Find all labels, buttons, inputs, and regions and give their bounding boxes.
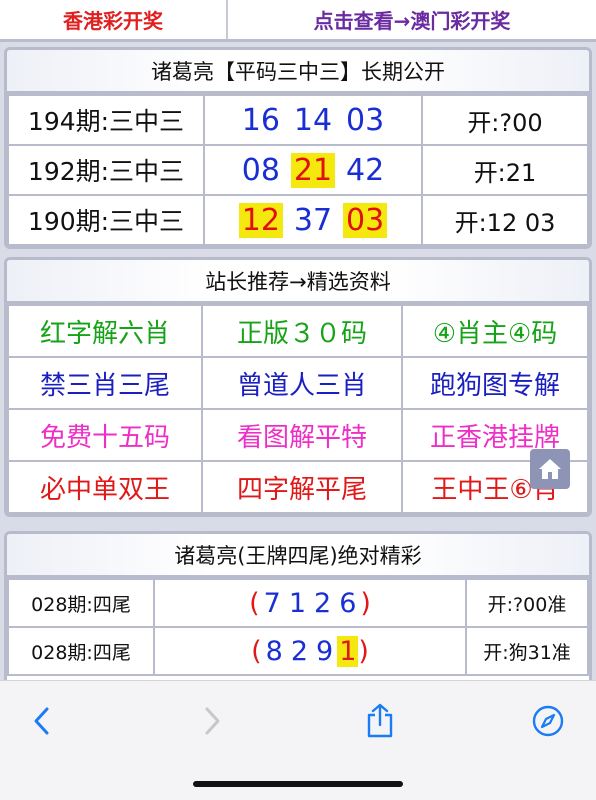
number: 14 <box>293 102 333 138</box>
tails-row: 028期:四尾(7 1 2 6) 开:?00准 <box>7 578 589 628</box>
home-button[interactable] <box>530 449 570 489</box>
close-paren: ) <box>360 587 371 619</box>
home-indicator <box>193 781 403 787</box>
picks-row: 红字解六肖 正版３０码 ④肖主④码 <box>7 304 589 358</box>
issue-label: 192期:三中三 <box>7 144 205 196</box>
number: 16 <box>241 102 280 138</box>
picks-panel: 站长推荐→精选资料 红字解六肖 正版３０码 ④肖主④码 禁三肖三尾 曾道人三肖 跑狗图专解… <box>4 257 592 517</box>
predicted-numbers: 12 37 03 <box>203 194 423 246</box>
pick-link[interactable]: 免费十五码 <box>7 408 203 462</box>
digit: 6 <box>339 587 357 619</box>
draw-result: 开:21 <box>421 144 589 196</box>
number: 08 <box>241 152 280 188</box>
compass-icon <box>532 705 564 737</box>
pick-link[interactable]: 曾道人三肖 <box>201 356 403 410</box>
open-paren: ( <box>251 635 262 667</box>
pingma-row: 192期:三中三 08 21 42 开:21 <box>7 144 589 196</box>
number: 03 <box>346 102 385 138</box>
digit: 2 <box>314 587 332 619</box>
picks-title: 站长推荐→精选资料 <box>7 260 589 304</box>
top-nav: 香港彩开奖 点击查看→澳门彩开奖 <box>0 0 596 42</box>
issue-label: 028期:四尾 <box>7 578 155 628</box>
back-button[interactable] <box>22 701 62 741</box>
forward-button[interactable] <box>192 701 232 741</box>
hit-number: 21 <box>290 152 336 188</box>
chevron-right-icon <box>205 707 220 735</box>
hk-draw-link[interactable]: 香港彩开奖 <box>0 0 228 39</box>
tails-title: 诸葛亮(王牌四尾)绝对精彩 <box>7 534 589 578</box>
share-icon <box>367 703 393 738</box>
pingma-row: 190期:三中三 12 37 03 开:12 03 <box>7 194 589 246</box>
pingma-row: 194期:三中三 16 14 03 开:?00 <box>7 94 589 146</box>
tabs-button[interactable] <box>528 701 568 741</box>
draw-result: 开:狗31准 <box>465 626 589 676</box>
issue-label: 028期:四尾 <box>7 626 155 676</box>
tails-table: 028期:四尾(7 1 2 6) 开:?00准 028期:四尾(8 2 9 1) 开:狗31准 <box>7 578 589 676</box>
digit: 9 <box>316 635 334 667</box>
home-icon <box>539 459 561 479</box>
pick-link[interactable]: 四字解平尾 <box>201 460 403 514</box>
hit-number: 03 <box>343 202 388 238</box>
macau-draw-link[interactable]: 点击查看→澳门彩开奖 <box>228 0 596 39</box>
picks-grid: 红字解六肖 正版３０码 ④肖主④码 禁三肖三尾 曾道人三肖 跑狗图专解 免费十五码 看图解平特… <box>7 304 589 514</box>
digit: 2 <box>290 635 308 667</box>
predicted-numbers: 08 21 42 <box>203 144 423 196</box>
pick-link[interactable]: 看图解平特 <box>201 408 403 462</box>
pingma-title: 诸葛亮【平码三中三】长期公开 <box>7 50 589 94</box>
picks-row: 免费十五码 看图解平特 正香港挂牌 <box>7 408 589 462</box>
chevron-left-icon <box>34 707 49 735</box>
pick-link[interactable]: 跑狗图专解 <box>401 356 589 410</box>
pingma-panel: 诸葛亮【平码三中三】长期公开 194期:三中三 16 14 03 开:?00 192期… <box>4 47 592 249</box>
digit: 1 <box>288 587 306 619</box>
pick-link[interactable]: 正版３０码 <box>201 304 403 358</box>
picks-row: 禁三肖三尾 曾道人三肖 跑狗图专解 <box>7 356 589 410</box>
number: 37 <box>293 202 333 238</box>
share-button[interactable] <box>360 701 400 741</box>
close-paren: ) <box>358 635 369 667</box>
pingma-table: 194期:三中三 16 14 03 开:?00 192期:三中三 08 21 42 开:2… <box>7 94 589 246</box>
issue-label: 190期:三中三 <box>7 194 205 246</box>
predicted-numbers: 16 14 03 <box>203 94 423 146</box>
picks-row: 必中单双王 四字解平尾 王中王⑥肖 <box>7 460 589 514</box>
pick-link[interactable]: ④肖主④码 <box>401 304 589 358</box>
draw-result: 开:?00 <box>421 94 589 146</box>
tails-panel: 诸葛亮(王牌四尾)绝对精彩 028期:四尾(7 1 2 6) 开:?00准 028期:四尾… <box>4 531 592 691</box>
tail-digits: (8 2 9 1) <box>153 626 467 676</box>
number: 42 <box>346 152 385 188</box>
tail-digits: (7 1 2 6) <box>153 578 467 628</box>
tails-row: 028期:四尾(8 2 9 1) 开:狗31准 <box>7 626 589 676</box>
pick-link[interactable]: 红字解六肖 <box>7 304 203 358</box>
digit: 7 <box>263 587 281 619</box>
draw-result: 开:12 03 <box>421 194 589 246</box>
hit-number: 12 <box>238 202 283 238</box>
draw-result: 开:?00准 <box>465 578 589 628</box>
pick-link[interactable]: 禁三肖三尾 <box>7 356 203 410</box>
hit-digit: 1 <box>337 635 359 667</box>
open-paren: ( <box>249 587 260 619</box>
digit: 8 <box>265 635 283 667</box>
pick-link[interactable]: 必中单双王 <box>7 460 203 514</box>
issue-label: 194期:三中三 <box>7 94 205 146</box>
